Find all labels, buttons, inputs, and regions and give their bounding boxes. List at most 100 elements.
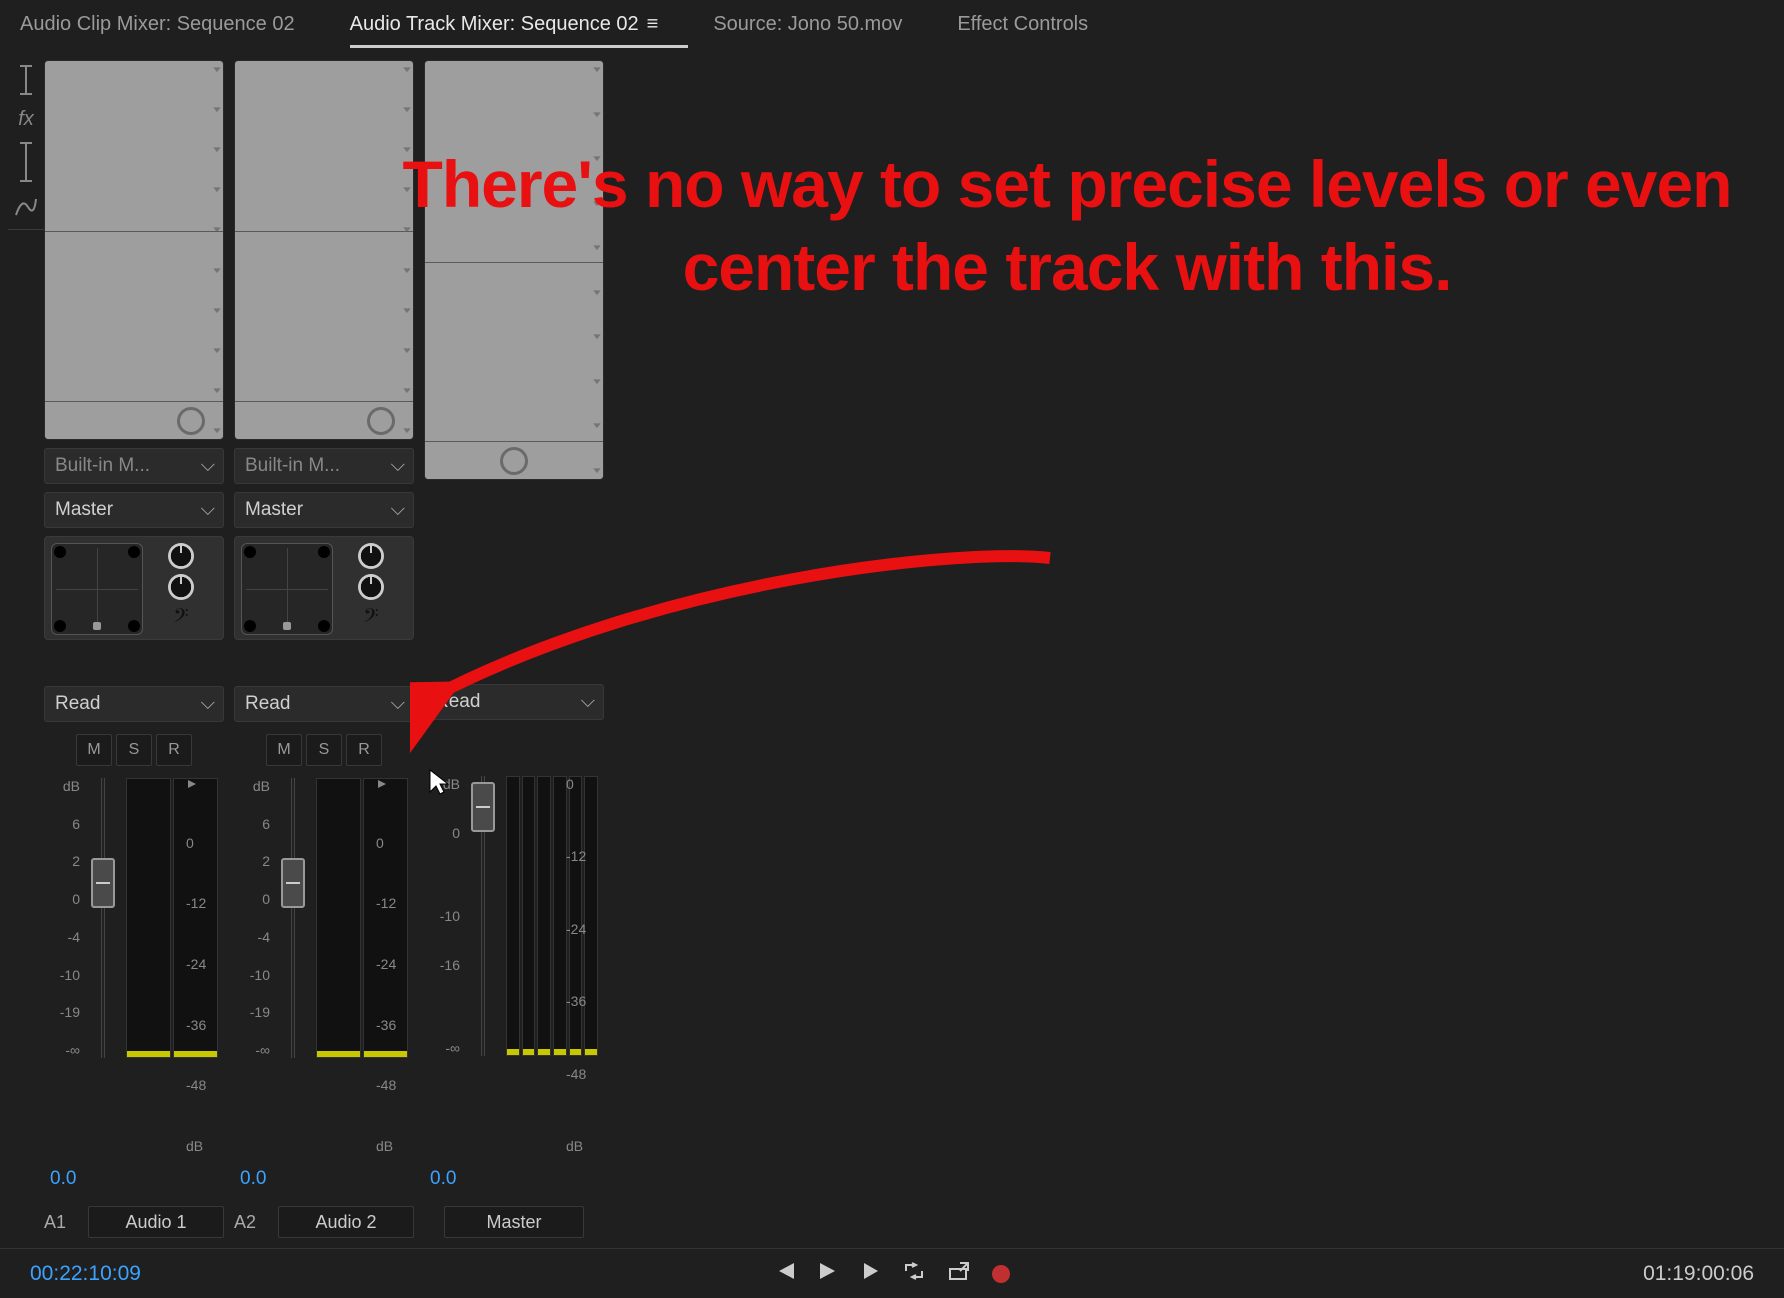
pan-puck[interactable] [283, 622, 291, 630]
pan-knob-1[interactable] [168, 543, 194, 569]
fader[interactable] [278, 778, 308, 1058]
automation-mode-dropdown[interactable]: Read ⌵ [424, 684, 604, 720]
chevron-down-icon: ⌵ [201, 455, 215, 477]
track-id: A1 [44, 1212, 80, 1233]
mixer-panel: fx ▼▼▼▼▼▼▼▼▼▼ Built-in M... ⌵ Master ⌵ [0, 48, 1784, 1248]
track-id: A2 [234, 1212, 270, 1233]
export-icon[interactable] [948, 1261, 970, 1287]
automation-mode-dropdown[interactable]: Read ⌵ [44, 686, 224, 722]
track-name-row: A1 Audio 1 [44, 1204, 224, 1240]
go-to-out-icon[interactable] [818, 1261, 840, 1287]
gain-value[interactable]: 0.0 [234, 1168, 414, 1190]
solo-button[interactable]: S [116, 734, 152, 766]
tracks-container: ▼▼▼▼▼▼▼▼▼▼ Built-in M... ⌵ Master ⌵ [44, 60, 604, 1240]
pan-puck[interactable] [93, 622, 101, 630]
tab-label: Audio Clip Mixer: Sequence 02 [20, 13, 295, 36]
tab-label: Audio Track Mixer: Sequence 02 [350, 13, 639, 36]
track-name[interactable]: Audio 2 [278, 1206, 414, 1238]
sends-icon[interactable] [16, 141, 36, 185]
fader-scale: dB 6 2 0 -4 -10 -19 -∞ [50, 778, 80, 1058]
track-master: ▼▼▼▼▼▼▼▼▼▼ Read ⌵ dB 0 -10 -16 -∞ [424, 60, 604, 1240]
pan-knob-1[interactable] [358, 543, 384, 569]
input-device-dropdown[interactable]: Built-in M... ⌵ [44, 448, 224, 484]
mute-button[interactable]: M [266, 734, 302, 766]
tab-label: Source: Jono 50.mov [713, 13, 902, 36]
play-icon[interactable] [862, 1261, 880, 1287]
fader[interactable] [468, 776, 498, 1056]
dropdown-label: Read [55, 693, 100, 715]
tab-effect-controls[interactable]: Effect Controls [957, 13, 1088, 36]
msr-row: M S R [234, 734, 414, 766]
transport-bar: 00:22:10:09 01:19:00:06 [0, 1248, 1784, 1298]
dropdown-label: Built-in M... [55, 455, 150, 477]
fader-area: dB 6 2 0 -4 -10 -19 -∞ [234, 778, 414, 1154]
track-name-row: A2 Audio 2 [234, 1204, 414, 1240]
dropdown-label: Built-in M... [245, 455, 340, 477]
gain-value[interactable]: 0.0 [44, 1168, 224, 1190]
chevron-down-icon: ⌵ [391, 499, 405, 521]
fader-area: dB 0 -10 -16 -∞ [424, 776, 604, 1154]
timecode-duration: 01:19:00:06 [1643, 1262, 1754, 1286]
level-meter: 0 -12 -24 -36 -48 dB [316, 778, 408, 1154]
panel-tabbar: Audio Clip Mixer: Sequence 02 Audio Trac… [0, 0, 1784, 48]
dropdown-label: Read [245, 693, 290, 715]
tab-audio-track-mixer[interactable]: Audio Track Mixer: Sequence 02 ≡ [350, 13, 659, 36]
pan-knob-2[interactable] [358, 574, 384, 600]
loop-icon[interactable] [902, 1261, 926, 1287]
dropdown-label: Read [435, 691, 480, 713]
transport-controls [774, 1261, 1010, 1287]
tab-audio-clip-mixer[interactable]: Audio Clip Mixer: Sequence 02 [20, 13, 295, 36]
dropdown-label: Master [55, 499, 113, 521]
go-to-in-icon[interactable] [774, 1261, 796, 1287]
surround-panner[interactable]: 𝄢 [44, 536, 224, 640]
track-a1: ▼▼▼▼▼▼▼▼▼▼ Built-in M... ⌵ Master ⌵ [44, 60, 224, 1240]
gain-value[interactable]: 0.0 [424, 1168, 604, 1190]
output-assignment-dropdown[interactable]: Master ⌵ [234, 492, 414, 528]
output-assignment-dropdown[interactable]: Master ⌵ [44, 492, 224, 528]
separator [8, 229, 44, 230]
surround-panner[interactable]: 𝄢 [234, 536, 414, 640]
tab-source[interactable]: Source: Jono 50.mov [713, 13, 902, 36]
track-name-row: Master [424, 1204, 604, 1240]
chevron-down-icon: ⌵ [391, 455, 405, 477]
track-name[interactable]: Master [444, 1206, 584, 1238]
fader-scale: dB 0 -10 -16 -∞ [430, 776, 460, 1056]
track-a2: ▼▼▼▼▼▼▼▼▼▼ Built-in M... ⌵ Master ⌵ [234, 60, 414, 1240]
fx-sends-slot[interactable]: ▼▼▼▼▼▼▼▼▼▼ [424, 60, 604, 480]
chevron-down-icon: ⌵ [201, 693, 215, 715]
pan-surface[interactable] [241, 543, 333, 635]
solo-button[interactable]: S [306, 734, 342, 766]
chevron-down-icon: ⌵ [391, 693, 405, 715]
input-device-dropdown[interactable]: Built-in M... ⌵ [234, 448, 414, 484]
chevron-down-icon: ⌵ [201, 499, 215, 521]
fx-sends-slot[interactable]: ▼▼▼▼▼▼▼▼▼▼ [234, 60, 414, 440]
level-meter: 0 -12 -24 -36 -48 dB [126, 778, 218, 1154]
fader-handle[interactable] [91, 858, 115, 908]
record-button[interactable]: R [156, 734, 192, 766]
level-meter: 0 -12 -24 -36 -48 dB [506, 776, 598, 1154]
automation-mode-dropdown[interactable]: Read ⌵ [234, 686, 414, 722]
chevron-down-icon: ⌵ [581, 691, 595, 713]
fx-icon[interactable]: fx [18, 108, 34, 131]
pan-knob-2[interactable] [168, 574, 194, 600]
panel-menu-icon[interactable]: ≡ [647, 13, 659, 36]
automation-curve-icon[interactable] [14, 195, 38, 219]
record-button[interactable]: R [346, 734, 382, 766]
fader-handle[interactable] [471, 782, 495, 832]
show-hide-effects-icon[interactable] [16, 64, 36, 98]
fader-area: dB 6 2 0 -4 -10 -19 -∞ [44, 778, 224, 1154]
fader-handle[interactable] [281, 858, 305, 908]
lfe-icon[interactable]: 𝄢 [173, 605, 188, 633]
pan-surface[interactable] [51, 543, 143, 635]
msr-row: M S R [44, 734, 224, 766]
mute-button[interactable]: M [76, 734, 112, 766]
record-icon[interactable] [992, 1265, 1010, 1283]
tab-label: Effect Controls [957, 13, 1088, 36]
fader-scale: dB 6 2 0 -4 -10 -19 -∞ [240, 778, 270, 1058]
lfe-icon[interactable]: 𝄢 [363, 605, 378, 633]
timecode-current[interactable]: 00:22:10:09 [30, 1262, 141, 1286]
fader[interactable] [88, 778, 118, 1058]
dropdown-label: Master [245, 499, 303, 521]
track-name[interactable]: Audio 1 [88, 1206, 224, 1238]
fx-sends-slot[interactable]: ▼▼▼▼▼▼▼▼▼▼ [44, 60, 224, 440]
